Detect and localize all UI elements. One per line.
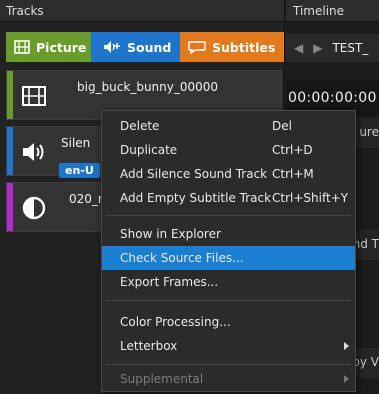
tab-sound-label: Sound — [127, 39, 172, 55]
track-name: big_buck_bunny_00000 — [77, 80, 219, 94]
menu-item-delete[interactable]: Delete Del — [102, 114, 355, 138]
submenu-arrow-icon — [344, 342, 349, 350]
context-menu: Delete Del Duplicate Ctrl+D Add Silence … — [101, 110, 356, 392]
menu-item-letterbox[interactable]: Letterbox — [102, 334, 355, 358]
track-name: Silen — [61, 136, 91, 150]
language-badge: en-U — [59, 163, 100, 178]
menu-item-add-silence-sound-track[interactable]: Add Silence Sound Track Ctrl+M — [102, 162, 355, 186]
menu-item-label: Show in Explorer — [120, 227, 221, 241]
menu-item-supplemental[interactable]: Supplemental — [102, 367, 355, 391]
menu-item-shortcut: Ctrl+D — [272, 143, 313, 157]
menu-item-add-empty-subtitle-track[interactable]: Add Empty Subtitle Track Ctrl+Shift+Y — [102, 186, 355, 210]
film-icon — [22, 86, 46, 106]
add-sound-track-button[interactable]: Sound — [91, 32, 180, 62]
add-picture-track-button[interactable]: Picture — [6, 32, 91, 62]
speech-bubble-plus-icon — [188, 41, 206, 54]
menu-item-duplicate[interactable]: Duplicate Ctrl+D — [102, 138, 355, 162]
menu-separator — [106, 300, 351, 301]
menu-item-label: Duplicate — [120, 143, 178, 157]
menu-item-label: Letterbox — [120, 339, 178, 353]
menu-item-label: Add Empty Subtitle Track — [120, 191, 272, 205]
speaker-plus-icon — [104, 41, 120, 53]
menu-separator — [106, 364, 351, 365]
film-plus-icon — [14, 40, 30, 54]
menu-item-check-source-files[interactable]: Check Source Files... — [102, 246, 355, 270]
timeline-file-label: TEST_ — [332, 41, 369, 55]
menu-item-export-frames[interactable]: Export Frames... — [102, 270, 355, 294]
menu-item-label: Check Source Files... — [120, 251, 244, 265]
tab-picture-label: Picture — [36, 39, 87, 55]
timeline-fragment: by V — [352, 355, 379, 369]
track-color-bar — [7, 183, 13, 231]
menu-item-label: Delete — [120, 119, 160, 133]
menu-item-label: Export Frames... — [120, 275, 219, 289]
timeline-fragment: nd T — [352, 237, 379, 251]
timeline-fragment: ure — [359, 125, 379, 139]
track-color-bar — [7, 71, 13, 119]
menu-separator — [106, 215, 351, 216]
menu-item-shortcut: Ctrl+M — [272, 167, 314, 181]
tab-subtitles-label: Subtitles — [212, 39, 276, 55]
prev-arrow-icon[interactable]: ◀ — [294, 41, 303, 55]
next-arrow-icon[interactable]: ▶ — [313, 41, 322, 55]
tracks-panel-title: Tracks — [0, 0, 284, 22]
track-color-bar — [7, 127, 13, 175]
menu-item-label: Add Silence Sound Track — [120, 167, 268, 181]
track-type-tabs: Picture Sound Subtitles — [6, 32, 284, 62]
menu-item-color-processing[interactable]: Color Processing... — [102, 310, 355, 334]
menu-item-shortcut: Del — [272, 119, 292, 133]
menu-item-label: Color Processing... — [120, 315, 231, 329]
add-subtitle-track-button[interactable]: Subtitles — [180, 32, 284, 62]
timeline-nav: ◀ ▶ TEST_ — [286, 34, 379, 62]
menu-item-shortcut: Ctrl+Shift+Y — [272, 191, 349, 205]
menu-item-show-in-explorer[interactable]: Show in Explorer — [102, 222, 355, 246]
speaker-icon — [23, 143, 44, 161]
half-circle-icon — [22, 196, 46, 220]
menu-item-label: Supplemental — [120, 372, 204, 386]
track-name: 020_r — [69, 192, 103, 206]
timeline-panel-title: Timeline — [286, 0, 379, 22]
submenu-arrow-icon — [344, 375, 349, 383]
